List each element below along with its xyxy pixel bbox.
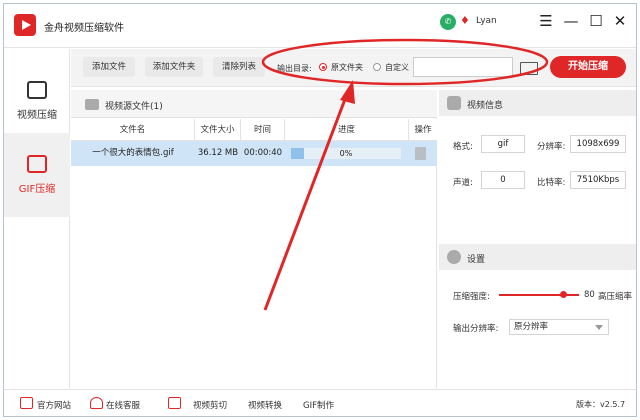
toolbar: 添加文件 添加文件夹 清除列表 输出目录: 原文件夹 自定义 开始压缩 [71, 49, 636, 87]
app-window: 金舟视频压缩软件 ✆ ♦ Lyan ☰ — ☐ ✕ 视频压缩 GIF压缩 添加文… [3, 3, 637, 417]
column-header: 操作 [414, 125, 432, 135]
progress-bar: 0% [291, 148, 401, 159]
settings-title: 设置 [467, 255, 486, 265]
menu-icon[interactable]: ☰ [537, 12, 555, 30]
file-name: 一个很大的表情包.gif [92, 148, 174, 158]
channel-value: 0 [481, 171, 525, 189]
app-title: 金舟视频压缩软件 [44, 23, 124, 34]
strength-value: 80 [584, 290, 595, 300]
film-icon [447, 96, 461, 110]
gear-icon [447, 250, 461, 264]
clear-list-button[interactable]: 清除列表 [213, 57, 265, 77]
settings-header: 设置 [439, 244, 636, 270]
user-name[interactable]: Lyan [476, 16, 497, 26]
column-header: 文件名 [71, 119, 195, 141]
strength-label: 压缩强度: [453, 292, 490, 302]
add-file-button[interactable]: 添加文件 [83, 57, 135, 77]
customer-service-icon [90, 397, 103, 409]
chevron-down-icon [595, 325, 603, 330]
progress-text: 0% [339, 149, 353, 158]
app-logo-icon [14, 14, 36, 36]
official-website-link[interactable]: 官方网站 [37, 399, 71, 411]
sidebar-item-label: 视频压缩 [17, 110, 57, 121]
add-folder-button[interactable]: 添加文件夹 [145, 57, 203, 77]
bitrate-label: 比特率: [537, 178, 566, 188]
gif-make-link[interactable]: GIF制作 [303, 399, 334, 411]
file-duration: 00:00:40 [243, 148, 283, 158]
column-header: 进度 [285, 119, 409, 141]
video-info-title: 视频信息 [467, 101, 504, 111]
table-row[interactable]: 一个很大的表情包.gif 36.12 MB 00:00:40 0% [71, 141, 437, 166]
table-header: 文件名 文件大小 时间 进度 操作 [71, 119, 437, 141]
output-resolution-label: 输出分辨率: [453, 324, 499, 334]
version-label: 版本：v2.5.7 [576, 400, 626, 409]
film-icon [85, 99, 99, 110]
video-cut-link[interactable]: 视频剪切 [193, 399, 227, 411]
strength-suffix: 高压缩率 [598, 292, 633, 302]
gif-image-icon [27, 155, 47, 173]
website-icon [20, 397, 33, 409]
column-header: 时间 [241, 119, 285, 141]
radio-custom[interactable] [373, 63, 381, 71]
output-resolution-select[interactable]: 原分辨率 [509, 319, 609, 335]
format-value: gif [481, 135, 525, 153]
video-convert-link[interactable]: 视频转换 [248, 399, 282, 411]
trash-icon[interactable] [415, 147, 426, 160]
file-size: 36.12 MB [197, 148, 239, 158]
vip-diamond-icon: ♦ [460, 14, 470, 27]
channel-label: 声道: [453, 178, 473, 188]
radio-source-folder-label: 原文件夹 [331, 63, 363, 72]
video-play-icon [27, 81, 47, 99]
video-info-header: 视频信息 [439, 90, 636, 116]
file-list-title: 视频源文件(1) [105, 102, 163, 112]
sidebar-item-label: GIF压缩 [18, 184, 56, 195]
maximize-icon[interactable]: ☐ [587, 12, 605, 30]
file-list-panel: 视频源文件(1) 文件名 文件大小 时间 进度 操作 一个很大的表情包.gif … [71, 90, 437, 388]
output-path-input[interactable] [413, 57, 513, 77]
wechat-icon[interactable]: ✆ [440, 14, 456, 30]
online-service-link[interactable]: 在线客服 [106, 399, 140, 411]
close-icon[interactable]: ✕ [611, 12, 629, 30]
radio-custom-label: 自定义 [385, 63, 409, 72]
rocket-icon [168, 397, 181, 409]
bitrate-value: 7510Kbps [570, 171, 626, 189]
sidebar: 视频压缩 GIF压缩 [4, 49, 70, 388]
open-folder-icon[interactable] [517, 58, 541, 76]
file-list-header: 视频源文件(1) [71, 90, 437, 118]
output-resolution-value: 原分辨率 [514, 322, 549, 332]
column-header: 文件大小 [195, 119, 241, 141]
strength-slider-handle[interactable] [559, 291, 567, 298]
resolution-label: 分辨率: [537, 142, 566, 152]
strength-slider[interactable] [499, 294, 579, 296]
bottom-bar: 官方网站 在线客服 视频剪切 视频转换 GIF制作 版本：v2.5.7 [4, 389, 636, 416]
radio-source-folder[interactable] [319, 63, 327, 71]
sidebar-item-video-compress[interactable]: 视频压缩 [4, 59, 70, 143]
start-compress-button[interactable]: 开始压缩 [550, 56, 626, 78]
minimize-icon[interactable]: — [562, 12, 580, 30]
output-dir-label: 输出目录: [277, 64, 312, 73]
title-bar: 金舟视频压缩软件 ✆ ♦ Lyan ☰ — ☐ ✕ [4, 4, 636, 48]
sidebar-item-gif-compress[interactable]: GIF压缩 [4, 133, 70, 217]
resolution-value: 1098x699 [570, 135, 626, 153]
format-label: 格式: [453, 142, 473, 152]
